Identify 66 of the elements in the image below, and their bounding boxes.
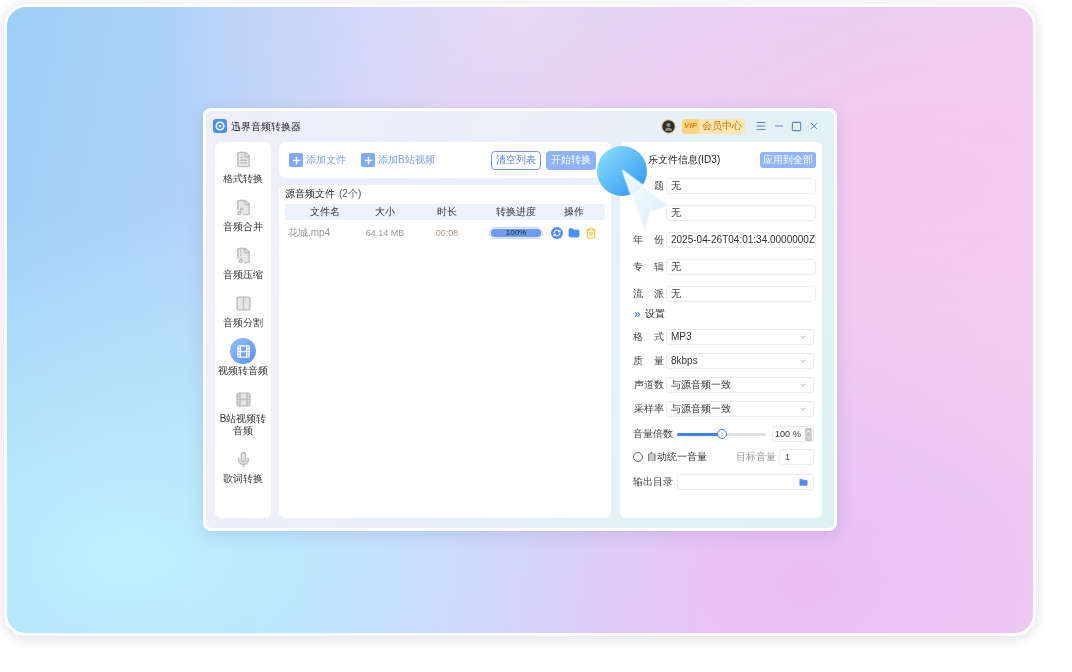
column-header: 文件名 [310,206,340,218]
table-cell: 00:08 [435,227,459,239]
maximize-icon[interactable] [791,120,802,132]
chevron-down-icon [799,357,807,365]
app-title: 迅界音频转换器 [231,119,301,134]
avatar-icon[interactable] [661,118,677,134]
chevron-down-icon [799,381,807,389]
sidebar-item[interactable]: 音频分割 [215,290,271,329]
text-field[interactable]: 无 [666,259,816,275]
field-label: 目标音量 [736,451,776,463]
dropdown-select[interactable]: MP3 [666,329,814,345]
sidebar-item[interactable]: 歌词转换 [215,446,271,485]
text-field[interactable]: 无 [666,178,816,194]
dropdown-select[interactable]: 与源音频一致 [666,377,814,393]
radio-label: 自动统一音量 [647,451,707,463]
chevron-down-icon [799,405,807,413]
field-label: 质 量 [633,355,664,367]
list-title: 源音频文件 [285,188,335,200]
table-cell: 64.14 MB [365,227,405,239]
double-chevron-icon [633,309,642,319]
sidebar-item[interactable]: B站视频转音频 [215,386,271,437]
sidebar-item[interactable]: 音频压缩 [215,242,271,281]
trash-icon[interactable] [585,227,597,239]
column-header: 操作 [564,206,584,218]
vip-tag: VIP [682,118,699,134]
output-folder-field[interactable] [677,474,814,490]
field-label: 音量倍数 [633,428,673,440]
text-field[interactable]: 无 [666,286,816,302]
dropdown-select[interactable]: 8kbps [666,353,814,369]
plus-icon [361,153,375,167]
folder-icon[interactable] [568,227,580,239]
field-label: 年 份 [633,234,664,246]
field-label: 声道数 [634,379,664,391]
column-header: 时长 [437,206,457,218]
field-label: 专 辑 [633,261,664,273]
column-header: 大小 [375,206,395,218]
stepper-icon[interactable] [805,427,812,441]
close-icon[interactable] [808,120,820,132]
volume-slider-track[interactable] [677,432,766,436]
folder-icon[interactable] [799,477,808,487]
sidebar-item[interactable]: 格式转换 [215,146,271,185]
progress-label: 100% [505,228,527,238]
text-field[interactable]: 无 [666,205,816,221]
table-cell: 花城.mp4 [288,227,331,239]
field-label: 采样率 [634,403,664,415]
dropdown-select[interactable]: 与源音频一致 [666,401,814,417]
chevron-down-icon [799,333,807,341]
app-logo-icon [213,119,227,133]
text-field[interactable]: 2025-04-26T04:01:34.0000000Z [666,232,816,248]
refresh-icon[interactable] [551,227,563,239]
field-label: 输出目录 [633,476,673,488]
volume-number-field[interactable]: 100 % [772,426,814,442]
field-label: 题 [654,180,664,192]
plus-icon [289,153,303,167]
field-label: 格 式 [633,331,664,343]
column-header: 转换进度 [496,206,536,218]
id3-title: 乐文件信息(ID3) [648,154,721,166]
settings-title: 设置 [645,308,665,320]
file-count: (2个) [339,188,362,200]
clear-list-button[interactable]: 清空列表 [491,150,541,170]
menu-icon[interactable] [755,120,767,132]
sidebar-item[interactable]: 音频合并 [215,194,271,233]
slider-thumb[interactable] [716,429,727,439]
sidebar-item[interactable]: 视频转音频 [215,338,271,377]
field-label: 流 派 [633,288,664,300]
unit-label: % [793,428,802,440]
